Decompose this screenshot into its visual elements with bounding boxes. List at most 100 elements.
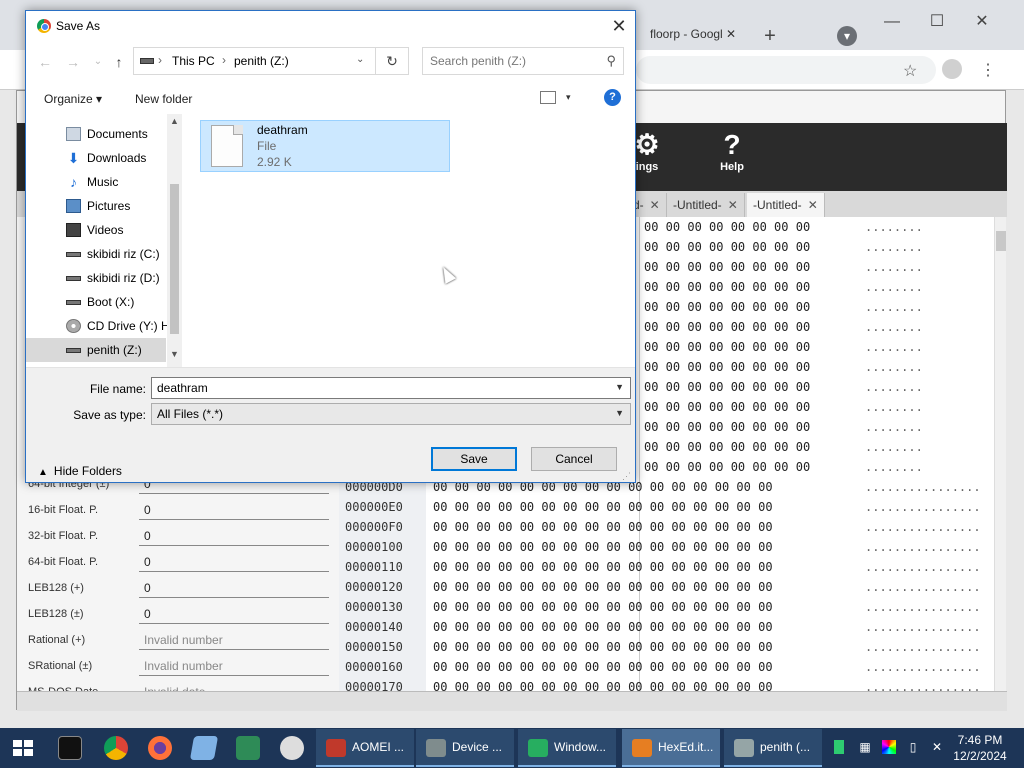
hex-ascii[interactable]: ........ xyxy=(865,300,923,314)
scroll-up-icon[interactable]: ▲ xyxy=(170,116,179,126)
resize-grip-icon[interactable]: ⋰ xyxy=(622,471,631,482)
hex-bytes[interactable]: 00 00 00 00 00 00 00 00 xyxy=(644,440,810,454)
file-tab[interactable]: -Untitled- ✕ xyxy=(667,193,745,217)
nav-item[interactable]: skibidi riz (D:) xyxy=(26,266,166,290)
hex-ascii[interactable]: ........ xyxy=(865,420,923,434)
hex-ascii[interactable]: ........ xyxy=(865,440,923,454)
bookmark-star-icon[interactable]: ☆ xyxy=(903,61,917,81)
help-icon[interactable]: ? xyxy=(604,89,621,106)
hex-ascii[interactable]: ........ xyxy=(865,240,923,254)
nav-item[interactable]: Videos xyxy=(26,218,166,242)
chevron-down-icon[interactable]: ▼ xyxy=(615,382,624,392)
forward-arrow-icon[interactable]: → xyxy=(64,53,82,71)
hex-scrollbar[interactable] xyxy=(994,217,1006,691)
hex-bytes[interactable]: 00 00 00 00 00 00 00 00 xyxy=(644,340,810,354)
scroll-thumb[interactable] xyxy=(170,184,179,334)
nav-item[interactable]: ♪ Music xyxy=(26,170,166,194)
chevron-down-icon[interactable]: ⌄ xyxy=(356,54,364,65)
hex-bytes[interactable]: 00 00 00 00 00 00 00 00 xyxy=(644,260,810,274)
taskbar-button[interactable]: AOMEI ... xyxy=(316,729,414,767)
hex-bytes[interactable]: 00 00 00 00 00 00 00 00 xyxy=(644,320,810,334)
hex-row[interactable]: 00000140 00 00 00 00 00 00 00 00 00 00 00… xyxy=(339,617,994,637)
hex-bytes[interactable]: 00 00 00 00 00 00 00 00 00 00 00 00 00 0… xyxy=(433,500,773,514)
hex-row[interactable]: 00000100 00 00 00 00 00 00 00 00 00 00 00… xyxy=(339,537,994,557)
minimize-icon[interactable]: — xyxy=(882,12,902,32)
organize-button[interactable]: Organize ▾ xyxy=(44,92,102,106)
hex-ascii[interactable]: ................ xyxy=(865,660,981,674)
hex-ascii[interactable]: ................ xyxy=(865,540,981,554)
volume-muted-icon[interactable]: ✕ xyxy=(930,740,944,754)
hex-bytes[interactable]: 00 00 00 00 00 00 00 00 xyxy=(644,380,810,394)
hex-row[interactable]: 00000130 00 00 00 00 00 00 00 00 00 00 00… xyxy=(339,597,994,617)
inspector-value[interactable]: 0 xyxy=(139,552,329,572)
firefox-icon[interactable] xyxy=(148,736,172,760)
save-button[interactable]: Save xyxy=(431,447,517,471)
help-tool[interactable]: ? Help xyxy=(702,129,762,173)
nav-item[interactable]: Documents xyxy=(26,122,166,146)
hex-row[interactable]: 000000E0 00 00 00 00 00 00 00 00 00 00 00… xyxy=(339,497,994,517)
hex-row[interactable]: 00000120 00 00 00 00 00 00 00 00 00 00 00… xyxy=(339,577,994,597)
taskbar-button[interactable]: Device ... xyxy=(416,729,514,767)
hex-ascii[interactable]: ................ xyxy=(865,560,981,574)
hex-row[interactable]: 00000160 00 00 00 00 00 00 00 00 00 00 00… xyxy=(339,657,994,677)
back-arrow-icon[interactable]: ← xyxy=(36,53,54,71)
hex-bytes[interactable]: 00 00 00 00 00 00 00 00 xyxy=(644,220,810,234)
hex-bytes[interactable]: 00 00 00 00 00 00 00 00 xyxy=(644,460,810,474)
nav-item[interactable]: penith (Z:) xyxy=(26,338,166,362)
tray-app-icon[interactable] xyxy=(834,740,844,754)
app-icon[interactable] xyxy=(189,736,219,760)
nav-item[interactable]: skibidi riz (C:) xyxy=(26,242,166,266)
hex-ascii[interactable]: ................ xyxy=(865,480,981,494)
file-name-field[interactable]: deathram ▼ xyxy=(151,377,631,399)
browser-tab[interactable]: floorp - Googl ✕ xyxy=(640,20,760,50)
scroll-thumb[interactable] xyxy=(996,231,1006,251)
hex-ascii[interactable]: ................ xyxy=(865,500,981,514)
tab-close-icon[interactable]: ✕ xyxy=(808,198,818,212)
hex-bytes[interactable]: 00 00 00 00 00 00 00 00 xyxy=(644,280,810,294)
kebab-menu-icon[interactable]: ⋮ xyxy=(980,60,996,80)
hex-bytes[interactable]: 00 00 00 00 00 00 00 00 00 00 00 00 00 0… xyxy=(433,600,773,614)
new-folder-button[interactable]: New folder xyxy=(135,92,192,106)
hex-ascii[interactable]: ........ xyxy=(865,340,923,354)
search-input[interactable]: Search penith (Z:) ⚲ xyxy=(422,47,624,75)
chevron-down-icon[interactable]: ▼ xyxy=(615,408,624,418)
inspector-value[interactable]: Invalid number xyxy=(139,630,329,650)
inspector-value[interactable]: 0 xyxy=(139,500,329,520)
view-options-icon[interactable] xyxy=(540,91,556,104)
breadcrumb-penith[interactable]: penith (Z:) xyxy=(234,54,289,68)
maximize-icon[interactable]: ☐ xyxy=(927,12,947,32)
hex-ascii[interactable]: ................ xyxy=(865,680,981,691)
windows-start-icon[interactable] xyxy=(13,740,33,756)
inspector-value[interactable]: 0 xyxy=(139,578,329,598)
hex-row[interactable]: 000000F0 00 00 00 00 00 00 00 00 00 00 00… xyxy=(339,517,994,537)
breadcrumb-this-pc[interactable]: This PC xyxy=(172,54,215,68)
tab-search-icon[interactable]: ▾ xyxy=(837,26,857,46)
nav-item[interactable]: ⬇ Downloads xyxy=(26,146,166,170)
tray-color-icon[interactable] xyxy=(882,740,896,754)
breadcrumb[interactable]: › This PC › penith (Z:) ⌄ xyxy=(133,47,376,75)
hex-bytes[interactable]: 00 00 00 00 00 00 00 00 xyxy=(644,420,810,434)
new-tab-button[interactable]: + xyxy=(760,26,780,46)
hex-bytes[interactable]: 00 00 00 00 00 00 00 00 xyxy=(644,240,810,254)
inspector-value[interactable]: 0 xyxy=(139,604,329,624)
hex-ascii[interactable]: ................ xyxy=(865,620,981,634)
hex-bytes[interactable]: 00 00 00 00 00 00 00 00 00 00 00 00 00 0… xyxy=(433,560,773,574)
hex-ascii[interactable]: ................ xyxy=(865,600,981,614)
scroll-down-icon[interactable]: ▼ xyxy=(170,349,179,359)
hex-bytes[interactable]: 00 00 00 00 00 00 00 00 00 00 00 00 00 0… xyxy=(433,680,773,691)
hex-ascii[interactable]: ........ xyxy=(865,320,923,334)
hex-ascii[interactable]: ................ xyxy=(865,520,981,534)
hex-ascii[interactable]: ................ xyxy=(865,640,981,654)
cancel-button[interactable]: Cancel xyxy=(531,447,617,471)
chrome-icon[interactable] xyxy=(104,736,128,760)
notepad-icon[interactable] xyxy=(236,736,260,760)
tab-close-icon[interactable]: ✕ xyxy=(728,198,738,212)
profile-icon[interactable] xyxy=(942,59,962,79)
tray-app-icon[interactable]: ▦ xyxy=(858,740,872,754)
hex-bytes[interactable]: 00 00 00 00 00 00 00 00 00 00 00 00 00 0… xyxy=(433,520,773,534)
hex-row[interactable]: 00000170 00 00 00 00 00 00 00 00 00 00 00… xyxy=(339,677,994,691)
recent-locations-icon[interactable]: ⌄ xyxy=(89,53,107,71)
usb-icon[interactable]: ▯ xyxy=(906,740,920,754)
hex-bytes[interactable]: 00 00 00 00 00 00 00 00 00 00 00 00 00 0… xyxy=(433,640,773,654)
tab-close-icon[interactable]: ✕ xyxy=(726,27,736,41)
